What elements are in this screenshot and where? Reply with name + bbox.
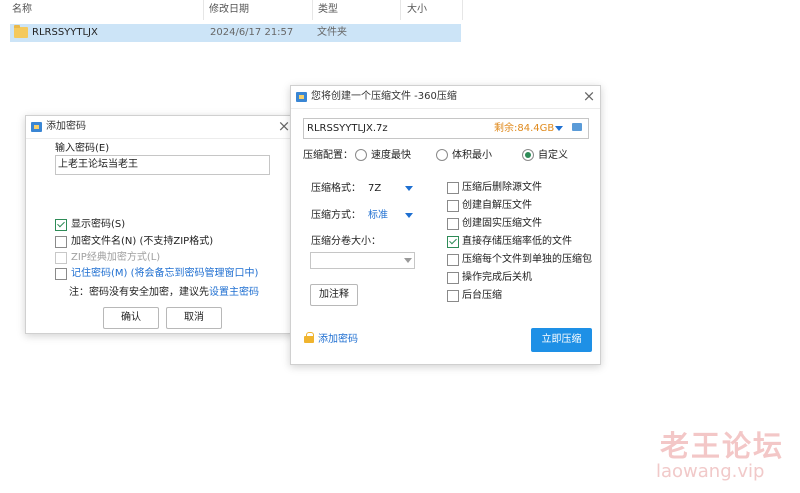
sort-up-icon: ^ <box>98 0 108 8</box>
solid-archive-checkbox[interactable] <box>447 218 459 230</box>
output-filename: RLRSSYYTLJX.7z <box>307 123 388 134</box>
close-icon[interactable]: × <box>581 88 597 104</box>
file-name: RLRSSYYTLJX <box>32 27 98 38</box>
remember-password-label[interactable]: 记住密码(M) (将会备忘到密码管理窗口中) <box>71 268 258 280</box>
background-compress-checkbox[interactable] <box>447 290 459 302</box>
dialog-title: 您将创建一个压缩文件 -360压缩 <box>311 91 457 102</box>
add-comment-button[interactable]: 加注释 <box>310 284 358 306</box>
config-smallest-label[interactable]: 体积最小 <box>452 150 492 162</box>
file-row-selected[interactable]: RLRSSYYTLJX 2024/6/17 21:57 文件夹 <box>10 24 461 42</box>
method-label: 压缩方式： <box>311 210 361 221</box>
format-select[interactable]: 7Z <box>365 180 415 196</box>
watermark-logo-cn: 老王论坛 <box>660 429 785 463</box>
column-size[interactable]: 大小 <box>407 0 427 20</box>
password-input-value: 上老王论坛当老王 <box>58 159 138 170</box>
add-password-link[interactable]: 添加密码 <box>318 334 358 346</box>
app-logo-icon <box>296 92 307 102</box>
store-low-ratio-label[interactable]: 直接存储压缩率低的文件 <box>462 236 572 248</box>
self-extract-checkbox[interactable] <box>447 200 459 212</box>
column-date[interactable]: 修改日期 <box>209 0 249 20</box>
column-divider[interactable] <box>462 0 463 20</box>
column-name[interactable]: 名称 <box>12 0 32 20</box>
add-password-dialog: 添加密码 × 输入密码(E) 上老王论坛当老王 显示密码(S) 加密文件名(N)… <box>25 115 296 334</box>
encrypt-filenames-label[interactable]: 加密文件名(N) (不支持ZIP格式) <box>71 236 213 248</box>
free-space-text: 剩余:84.4GB <box>494 123 555 134</box>
lock-shackle-icon <box>306 332 314 338</box>
chevron-down-icon <box>405 186 413 191</box>
folder-icon <box>14 25 28 38</box>
dialog-titlebar: 添加密码 × <box>26 116 295 139</box>
chevron-down-icon[interactable] <box>555 126 563 131</box>
separate-archives-checkbox[interactable] <box>447 254 459 266</box>
set-master-password-link[interactable]: 设置主密码 <box>209 287 259 298</box>
compress-dialog: 您将创建一个压缩文件 -360压缩 × RLRSSYYTLJX.7z 剩余:84… <box>290 85 601 365</box>
security-note: 注：密码没有安全加密，建议先设置主密码 <box>69 287 259 299</box>
chevron-down-icon <box>405 213 413 218</box>
self-extract-label[interactable]: 创建自解压文件 <box>462 200 532 212</box>
format-value: 7Z <box>368 183 382 194</box>
config-fastest-label[interactable]: 速度最快 <box>371 150 411 162</box>
config-custom-label[interactable]: 自定义 <box>538 150 568 162</box>
remember-password-checkbox[interactable] <box>55 268 67 280</box>
config-custom-radio[interactable] <box>522 149 534 161</box>
store-low-ratio-checkbox[interactable] <box>447 236 459 248</box>
folder-browse-icon[interactable] <box>572 123 582 131</box>
show-password-checkbox[interactable] <box>55 219 67 231</box>
cancel-button[interactable]: 取消 <box>166 307 222 329</box>
password-input[interactable]: 上老王论坛当老王 <box>55 155 270 175</box>
dialog-titlebar: 您将创建一个压缩文件 -360压缩 × <box>291 86 600 109</box>
format-label: 压缩格式： <box>311 183 361 194</box>
method-select[interactable]: 标准 <box>365 207 415 223</box>
delete-source-checkbox[interactable] <box>447 182 459 194</box>
security-note-text: 注：密码没有安全加密，建议先 <box>69 287 209 298</box>
app-logo-icon <box>31 122 42 132</box>
config-fastest-radio[interactable] <box>355 149 367 161</box>
password-input-label: 输入密码(E) <box>55 143 110 154</box>
file-date: 2024/6/17 21:57 <box>210 27 294 38</box>
separate-archives-label[interactable]: 压缩每个文件到单独的压缩包 <box>462 254 592 266</box>
zip-classic-checkbox[interactable] <box>55 252 67 264</box>
encrypt-filenames-checkbox[interactable] <box>55 236 67 248</box>
method-value: 标准 <box>368 210 388 221</box>
delete-source-label[interactable]: 压缩后删除源文件 <box>462 182 542 194</box>
column-divider[interactable] <box>312 0 313 20</box>
dialog-title: 添加密码 <box>46 121 86 132</box>
shutdown-label[interactable]: 操作完成后关机 <box>462 272 532 284</box>
background-compress-label[interactable]: 后台压缩 <box>462 290 502 302</box>
solid-archive-label[interactable]: 创建固实压缩文件 <box>462 218 542 230</box>
column-divider[interactable] <box>203 0 204 20</box>
config-smallest-radio[interactable] <box>436 149 448 161</box>
shutdown-checkbox[interactable] <box>447 272 459 284</box>
config-label: 压缩配置： <box>303 150 353 161</box>
output-path-input[interactable]: RLRSSYYTLJX.7z 剩余:84.4GB <box>303 118 589 139</box>
compress-now-button[interactable]: 立即压缩 <box>531 328 592 352</box>
split-size-label: 压缩分卷大小： <box>311 236 381 247</box>
watermark-logo-en: laowang.vip <box>656 461 765 482</box>
zip-classic-label: ZIP经典加密方式(L) <box>71 252 161 263</box>
file-type: 文件夹 <box>317 27 347 38</box>
column-type[interactable]: 类型 <box>318 0 338 20</box>
show-password-label[interactable]: 显示密码(S) <box>71 219 125 231</box>
chevron-down-icon[interactable] <box>404 258 412 263</box>
column-divider[interactable] <box>400 0 401 20</box>
confirm-button[interactable]: 确认 <box>103 307 159 329</box>
split-size-combobox[interactable] <box>310 252 415 269</box>
